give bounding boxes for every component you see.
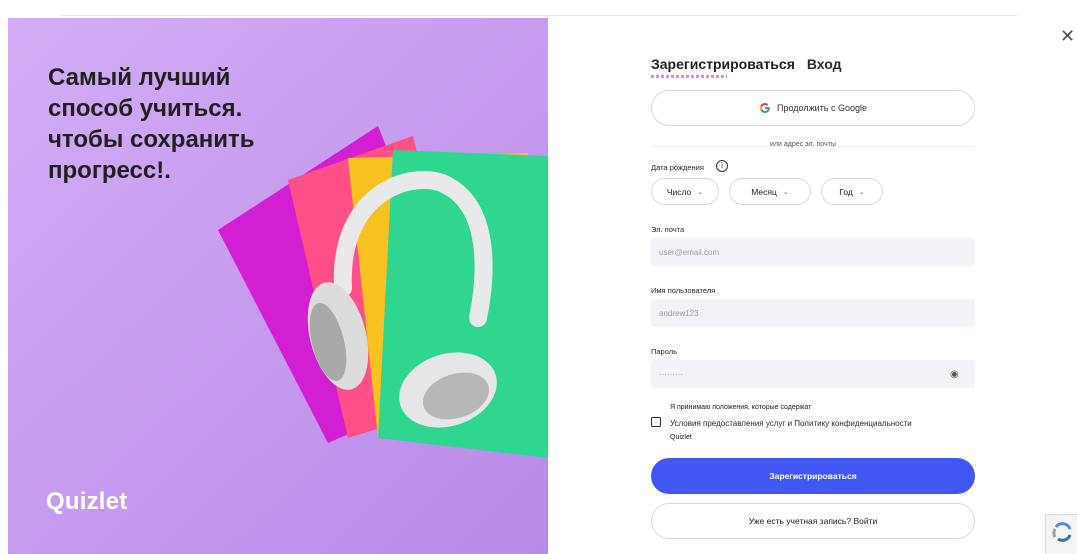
password-label: Пароль: [651, 347, 678, 356]
username-label: Имя пользователя: [651, 286, 716, 295]
tab-login[interactable]: Вход: [807, 56, 842, 72]
signup-button[interactable]: Зарегистрироваться: [651, 458, 975, 494]
dob-year-select[interactable]: Год ⌄: [821, 178, 883, 205]
browser-top-strip: [0, 0, 1077, 18]
promo-panel: Самый лучший способ учиться. чтобы сохра…: [8, 18, 548, 554]
promo-heading-line: прогресс!.: [48, 157, 171, 184]
terms-text: Условия предоставления услуг и Политику …: [670, 417, 980, 444]
promo-heading-line: чтобы сохранить: [48, 126, 255, 153]
eye-icon[interactable]: ◉: [950, 369, 959, 380]
chevron-down-icon: ⌄: [782, 188, 789, 196]
terms-of-service-link[interactable]: Условия предоставления услуг: [670, 419, 785, 428]
username-field[interactable]: andrew123: [651, 299, 975, 327]
dob-month-select[interactable]: Месяц ⌄: [729, 178, 811, 205]
password-placeholder: ·········: [659, 369, 683, 379]
signup-modal: Самый лучший способ учиться. чтобы сохра…: [0, 0, 1077, 554]
email-placeholder: user@email.com: [659, 247, 720, 257]
auth-tabs: Зарегистрироваться Вход: [651, 56, 842, 72]
dob-year-value: Год: [839, 186, 853, 197]
divider-text: или адрес эл. почты: [770, 141, 836, 148]
username-placeholder: andrew123: [659, 308, 699, 318]
google-icon: [760, 103, 770, 113]
close-icon[interactable]: ✕: [1060, 27, 1076, 45]
google-button-label: Продолжить с Google: [777, 103, 867, 113]
active-tab-indicator: [651, 75, 727, 78]
promo-heading-line: способ учиться.: [48, 95, 243, 122]
privacy-policy-link[interactable]: Политику конфиденциальности: [794, 419, 911, 428]
password-field[interactable]: ·········: [651, 360, 975, 388]
tab-signup[interactable]: Зарегистрироваться: [651, 56, 795, 72]
recaptcha-badge[interactable]: [1045, 514, 1077, 554]
promo-heading-line: Самый лучший: [48, 64, 231, 91]
terms-and: и: [787, 419, 793, 428]
email-label: Эл. почта: [651, 225, 685, 234]
quizlet-logo: Quizlet: [46, 488, 128, 515]
dob-day-select[interactable]: Число ⌄: [651, 178, 719, 205]
recaptcha-icon: [1052, 522, 1072, 542]
chevron-down-icon: ⌄: [858, 188, 865, 196]
terms-intro: Я принимаю положения, которые содержат: [670, 404, 812, 411]
email-field[interactable]: user@email.com: [651, 238, 975, 266]
chevron-down-icon: ⌄: [697, 188, 704, 196]
terms-brand: Quizlet: [670, 434, 692, 441]
dob-day-value: Число: [666, 186, 692, 197]
login-link-button[interactable]: Уже есть учетная запись? Войти: [651, 503, 975, 539]
continue-with-google-button[interactable]: Продолжить с Google: [651, 90, 975, 126]
info-icon[interactable]: i: [716, 160, 728, 172]
terms-checkbox[interactable]: [651, 417, 661, 427]
promo-heading: Самый лучший способ учиться. чтобы сохра…: [48, 62, 368, 186]
dob-label: Дата рождения: [651, 163, 704, 172]
dob-month-value: Месяц: [751, 186, 777, 197]
